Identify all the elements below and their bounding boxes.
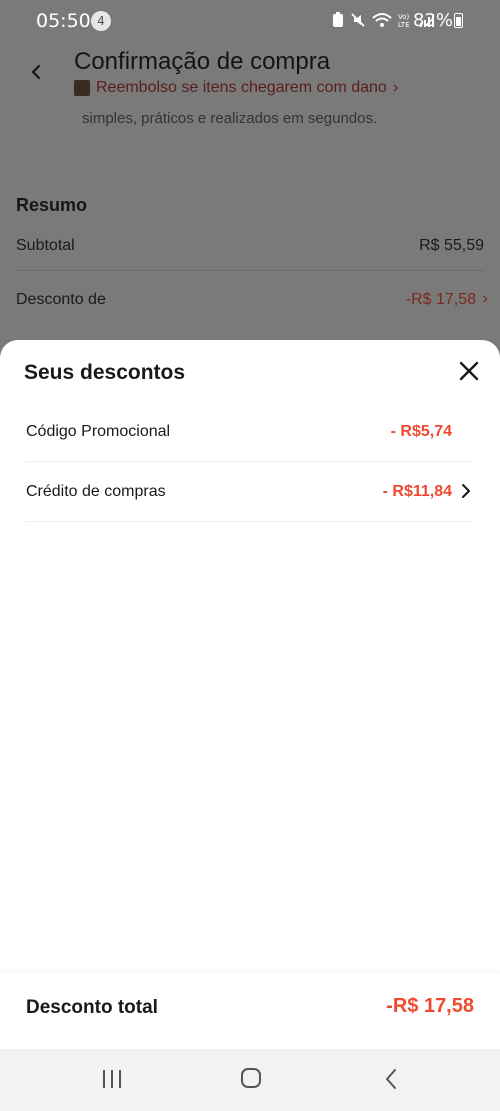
battery-icon (454, 13, 463, 28)
recent-apps-icon[interactable] (101, 1068, 123, 1090)
subtotal-label: Subtotal (16, 237, 75, 254)
subtotal-row: Subtotal R$ 55,59 (16, 221, 484, 271)
chevron-right-icon: › (482, 290, 488, 307)
battery-saver-icon (333, 12, 343, 27)
purchase-credit-row[interactable]: Crédito de compras - R$11,84 (26, 462, 474, 522)
home-icon[interactable] (240, 1067, 262, 1089)
total-discount-value: -R$ 17,58 (386, 995, 474, 1017)
svg-text:LTE: LTE (398, 21, 410, 28)
discounts-bottom-sheet: Seus descontos Código Promocional - R$5,… (0, 340, 500, 1049)
notification-count-badge: 4 (91, 11, 111, 31)
chevron-right-icon: › (392, 79, 399, 96)
refund-guarantee-link[interactable]: Reembolso se itens chegarem com dano › (74, 79, 398, 97)
promo-code-row: Código Promocional - R$5,74 (26, 402, 474, 462)
total-discount-label: Desconto total (26, 997, 158, 1018)
header-subtitle: simples, práticos e realizados em segund… (82, 110, 378, 127)
system-back-icon[interactable] (383, 1067, 399, 1091)
sheet-title: Seus descontos (24, 361, 186, 384)
battery-percent: 82% (413, 10, 454, 31)
purchase-credit-value: - R$11,84 (382, 483, 452, 500)
discount-value: -R$ 17,58 (405, 291, 476, 308)
page-header: Confirmação de compra Reembolso se itens… (0, 40, 500, 165)
close-icon[interactable] (456, 358, 482, 384)
discount-label: Desconto de (16, 291, 106, 308)
discount-row[interactable]: Desconto de -R$ 17,58 › (16, 275, 488, 325)
package-icon (74, 80, 90, 96)
svg-text:Vo): Vo) (398, 13, 410, 21)
subtotal-value: R$ 55,59 (419, 237, 484, 254)
status-time: 05:50 (36, 10, 91, 32)
system-navigation-bar (0, 1049, 500, 1111)
volte-icon: Vo)LTE (398, 13, 410, 28)
page-title: Confirmação de compra (74, 48, 331, 75)
refund-text: Reembolso se itens chegarem com dano (96, 79, 387, 96)
mute-icon (351, 13, 365, 27)
wifi-icon (372, 13, 392, 27)
status-bar: 05:50 4 Vo) LTE 82% (0, 0, 500, 40)
promo-code-label: Código Promocional (26, 423, 171, 440)
promo-code-value: - R$5,74 (390, 423, 452, 440)
purchase-credit-label: Crédito de compras (26, 483, 166, 500)
total-discount-footer: Desconto total -R$ 17,58 (0, 973, 500, 1049)
chevron-right-icon (462, 484, 470, 498)
back-arrow-icon[interactable] (24, 60, 48, 84)
summary-title: Resumo (16, 195, 88, 215)
